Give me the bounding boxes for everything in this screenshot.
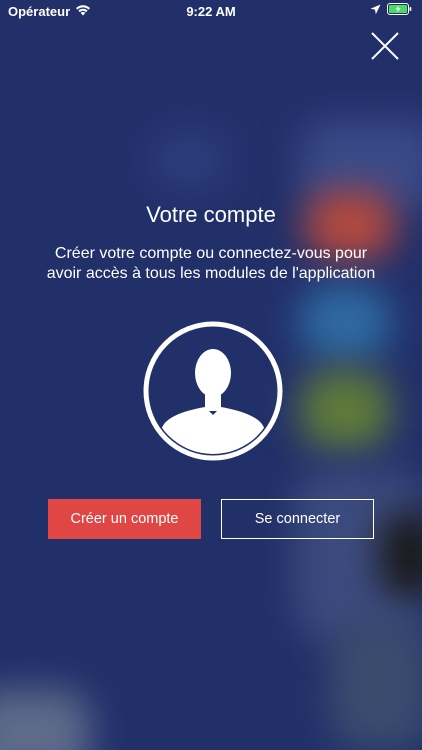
create-account-button[interactable]: Créer un compte [48,499,201,539]
status-right [370,3,412,18]
login-label: Se connecter [254,511,341,527]
close-button[interactable] [368,30,402,62]
location-arrow-icon [370,3,381,18]
modal-title: Votre compte [146,202,276,227]
user-avatar-icon [143,321,283,461]
status-bar: Opérateur 9:22 AM [0,0,422,24]
background-blur [380,510,422,600]
modal-description: Créer votre compte ou connectez-vous pou… [20,244,402,284]
background-blur [300,285,390,360]
background-blur [300,370,390,450]
background-blur [150,130,230,190]
description-line: avoir accès à tous les modules de l'appl… [46,265,376,282]
create-account-label: Créer un compte [70,511,179,527]
login-button[interactable]: Se connecter [221,499,374,539]
description-line: Créer votre compte ou connectez-vous pou… [54,245,368,262]
status-time: 9:22 AM [186,4,236,19]
battery-charging-icon [387,3,412,18]
close-icon [371,32,399,60]
account-modal-screen: Opérateur 9:22 AM Votre compte Créer vot… [0,0,422,750]
background-blur [330,620,422,750]
background-blur [0,690,90,750]
